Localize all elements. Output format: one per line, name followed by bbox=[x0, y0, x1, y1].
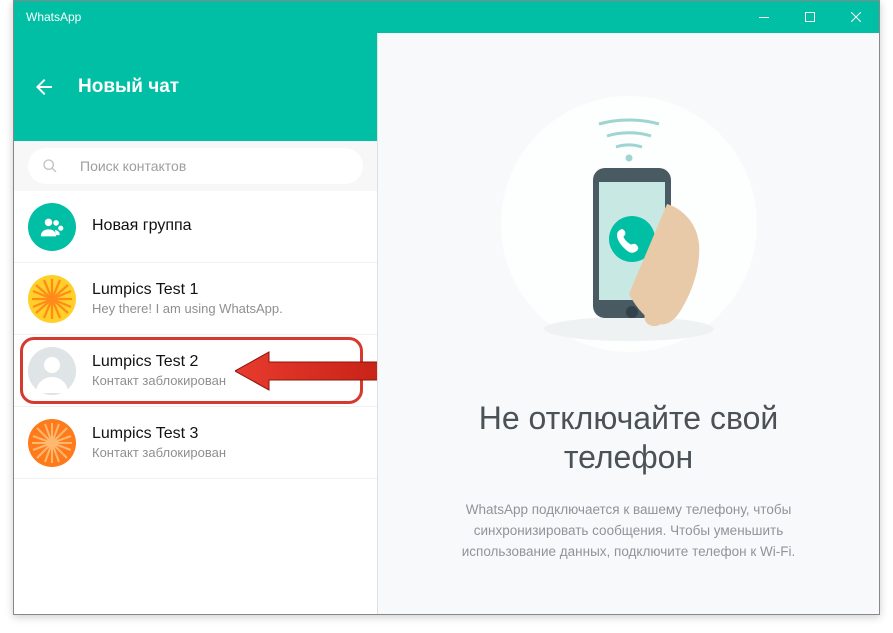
back-button[interactable] bbox=[32, 75, 56, 99]
contact-name: Lumpics Test 3 bbox=[92, 425, 377, 443]
main-title: Не отключайте свой телефон bbox=[448, 399, 809, 476]
app-title: WhatsApp bbox=[26, 10, 81, 24]
sidebar-title: Новый чат bbox=[78, 76, 179, 98]
placeholder-illustration bbox=[489, 84, 769, 369]
sidebar-header: Новый чат bbox=[14, 33, 377, 141]
contact-name: Lumpics Test 2 bbox=[92, 353, 377, 371]
new-group-icon bbox=[28, 203, 76, 251]
contact-avatar bbox=[28, 347, 76, 395]
sidebar: Новый чат Поиск контактов Новая группа bbox=[14, 33, 378, 614]
contact-name: Lumpics Test 1 bbox=[92, 281, 377, 299]
search-input[interactable]: Поиск контактов bbox=[28, 148, 363, 184]
contact-status: Контакт заблокирован bbox=[92, 373, 377, 388]
new-group-button[interactable]: Новая группа bbox=[14, 191, 377, 263]
titlebar: WhatsApp bbox=[14, 1, 879, 33]
contact-row[interactable]: Lumpics Test 3 Контакт заблокирован bbox=[14, 407, 377, 479]
search-container: Поиск контактов bbox=[14, 141, 377, 191]
contact-list: Новая группа Lumpics Test 1 Hey there! I… bbox=[14, 191, 377, 614]
app-window: WhatsApp Новый чат Поиск контактов bbox=[13, 0, 880, 615]
search-icon bbox=[42, 158, 58, 174]
main-subtitle: WhatsApp подключается к вашему телефону,… bbox=[448, 500, 809, 563]
contact-status: Контакт заблокирован bbox=[92, 445, 377, 460]
arrow-left-icon bbox=[32, 75, 56, 99]
contact-avatar bbox=[28, 275, 76, 323]
contact-status: Hey there! I am using WhatsApp. bbox=[92, 301, 377, 316]
contact-row[interactable]: Lumpics Test 2 Контакт заблокирован bbox=[14, 335, 377, 407]
close-button[interactable] bbox=[833, 1, 879, 33]
minimize-button[interactable] bbox=[741, 1, 787, 33]
main-panel: Не отключайте свой телефон WhatsApp подк… bbox=[378, 33, 879, 614]
maximize-button[interactable] bbox=[787, 1, 833, 33]
contact-avatar bbox=[28, 419, 76, 467]
new-group-label: Новая группа bbox=[92, 217, 377, 235]
contact-row[interactable]: Lumpics Test 1 Hey there! I am using Wha… bbox=[14, 263, 377, 335]
search-placeholder: Поиск контактов bbox=[80, 158, 186, 174]
